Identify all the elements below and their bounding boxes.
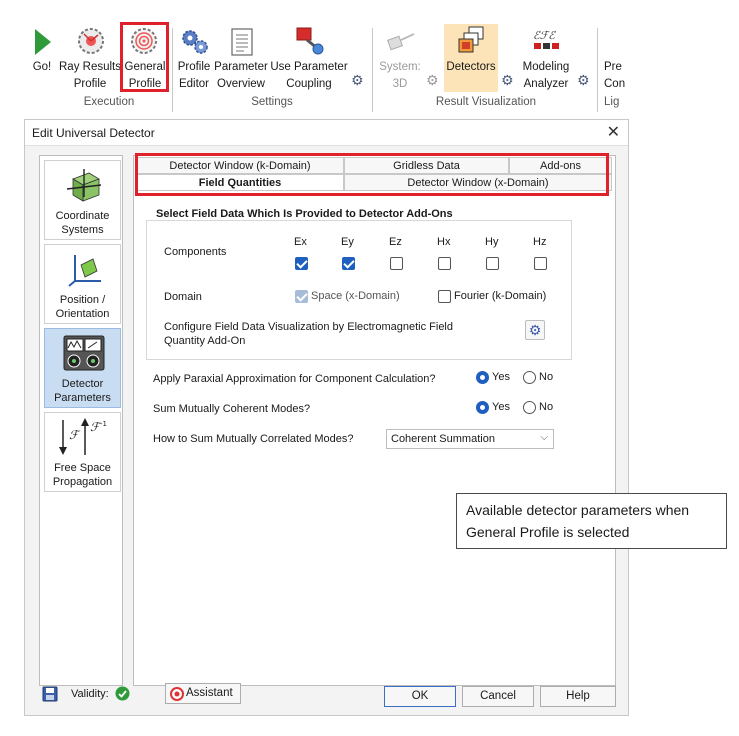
system-3d-button[interactable]: System: 3D	[376, 26, 424, 92]
sum-coherent-yes-radio[interactable]	[476, 401, 489, 414]
detectors-icon	[458, 26, 484, 53]
component-hx-label: Hx	[437, 236, 451, 248]
nav-free-space-propagation[interactable]: ℱ ℱ -1 Free Space Propagation	[44, 412, 121, 492]
lig-group-label: Lig	[604, 96, 620, 108]
chevron-down-icon: ⌵	[540, 432, 548, 443]
detectors-button[interactable]: Detectors	[444, 26, 498, 92]
fourier-domain-label: Fourier (k-Domain)	[454, 290, 547, 302]
svg-text:ℱ: ℱ	[69, 428, 81, 442]
ribbon: Go! Ray Results Profile General Profile	[24, 22, 629, 114]
result-visualization-group-label: Result Visualization	[435, 96, 537, 108]
validity-check-icon	[115, 686, 130, 701]
sum-coherent-label: Sum Mutually Coherent Modes?	[153, 403, 311, 415]
general-profile-highlight	[120, 22, 169, 92]
component-ey-label: Ey	[341, 236, 354, 248]
free-space-propagation-icon: ℱ ℱ -1	[59, 418, 107, 455]
callout-line-2: General Profile is selected	[466, 524, 630, 540]
ribbon-separator	[372, 28, 373, 112]
settings-group-gear-icon[interactable]: ⚙	[351, 72, 364, 89]
checkbox-hz[interactable]	[534, 257, 547, 270]
settings-group-label: Settings	[251, 96, 293, 108]
go-button[interactable]: Go!	[28, 26, 56, 74]
coordinate-cube-icon	[66, 169, 102, 202]
callout-line-1: Available detector parameters when	[466, 502, 690, 518]
checkbox-ez[interactable]	[390, 257, 403, 270]
configure-visualization-label-1: Configure Field Data Visualization by El…	[164, 321, 453, 333]
nav-detector-parameters[interactable]: Detector Parameters	[44, 328, 121, 408]
pre-con-button[interactable]: Pre Con	[604, 26, 629, 92]
correlated-modes-value: Coherent Summation	[391, 433, 495, 445]
checkbox-ex[interactable]	[295, 257, 308, 270]
assistant-icon	[170, 687, 184, 701]
ribbon-separator	[172, 28, 173, 112]
parameter-overview-button[interactable]: Parameter Overview	[213, 26, 269, 92]
nav-coordinate-systems[interactable]: Coordinate Systems	[44, 160, 121, 240]
save-icon[interactable]	[42, 686, 58, 702]
system-3d-icon	[387, 33, 415, 51]
domain-label: Domain	[164, 291, 202, 303]
paraxial-label: Apply Paraxial Approximation for Compone…	[153, 373, 436, 385]
checkbox-hx[interactable]	[438, 257, 451, 270]
svg-text:ℰℱℰ: ℰℱℰ	[533, 29, 556, 42]
modeling-analyzer-icon: ℰℱℰ	[533, 29, 559, 49]
checkbox-ey[interactable]	[342, 257, 355, 270]
analyzer-gear-icon[interactable]: ⚙	[577, 72, 590, 89]
paraxial-no-label: No	[539, 371, 554, 383]
correlated-modes-select[interactable]: Coherent Summation ⌵	[386, 429, 554, 449]
configure-visualization-label-2: Quantity Add-On	[164, 335, 246, 347]
tabs-highlight	[135, 153, 609, 196]
close-icon[interactable]: ✕	[607, 122, 620, 142]
sum-coherent-yes-label: Yes	[492, 401, 510, 413]
play-icon	[35, 29, 51, 55]
detectors-gear-icon[interactable]: ⚙	[501, 72, 514, 89]
gear-icon: ⚙	[528, 322, 542, 338]
modeling-analyzer-button[interactable]: ℰℱℰ Modeling Analyzer	[516, 26, 576, 92]
help-button[interactable]: Help	[540, 686, 616, 707]
nav-position-orientation[interactable]: Position / Orientation	[44, 244, 121, 324]
space-domain-label: Space (x-Domain)	[311, 290, 400, 302]
system-gear-icon[interactable]: ⚙	[426, 72, 439, 89]
category-panel: Coordinate Systems Position / Orientatio…	[39, 155, 123, 686]
component-ex-label: Ex	[294, 236, 307, 248]
dialog-title: Edit Universal Detector	[32, 126, 155, 140]
dialog-titlebar: Edit Universal Detector ✕	[25, 120, 628, 146]
cancel-button[interactable]: Cancel	[462, 686, 534, 707]
gears-icon	[182, 30, 208, 54]
correlated-modes-label: How to Sum Mutually Correlated Modes?	[153, 433, 354, 445]
profile-editor-button[interactable]: Profile Editor	[175, 26, 213, 92]
configure-gear-button[interactable]: ⚙	[525, 320, 545, 340]
paraxial-yes-radio[interactable]	[476, 371, 489, 384]
assistant-button[interactable]: Assistant	[165, 683, 241, 704]
document-icon	[231, 28, 253, 56]
paraxial-yes-label: Yes	[492, 371, 510, 383]
ok-button[interactable]: OK	[384, 686, 456, 707]
detector-parameters-icon	[63, 335, 105, 371]
annotation-callout: Available detector parameters when Gener…	[456, 493, 727, 549]
component-ez-label: Ez	[389, 236, 402, 248]
field-data-group-title: Select Field Data Which Is Provided to D…	[153, 208, 456, 220]
ray-profile-icon	[78, 28, 104, 54]
edit-universal-detector-dialog: Edit Universal Detector ✕ Coordinate Sys…	[24, 119, 629, 716]
checkbox-space-domain[interactable]	[295, 290, 308, 303]
coupling-icon	[296, 27, 324, 55]
checkbox-fourier-domain[interactable]	[438, 290, 451, 303]
checkbox-hy[interactable]	[486, 257, 499, 270]
execution-group-label: Execution	[83, 96, 135, 108]
component-hy-label: Hy	[485, 236, 499, 248]
components-label: Components	[164, 246, 227, 258]
svg-text:-1: -1	[100, 420, 107, 428]
sum-coherent-no-radio[interactable]	[523, 401, 536, 414]
sum-coherent-no-label: No	[539, 401, 554, 413]
paraxial-no-radio[interactable]	[523, 371, 536, 384]
component-hz-label: Hz	[533, 236, 547, 248]
validity-label: Validity:	[71, 688, 109, 700]
position-orientation-icon	[68, 255, 101, 287]
ray-results-profile-button[interactable]: Ray Results Profile	[58, 26, 122, 92]
use-parameter-coupling-button[interactable]: Use Parameter Coupling	[269, 26, 349, 92]
